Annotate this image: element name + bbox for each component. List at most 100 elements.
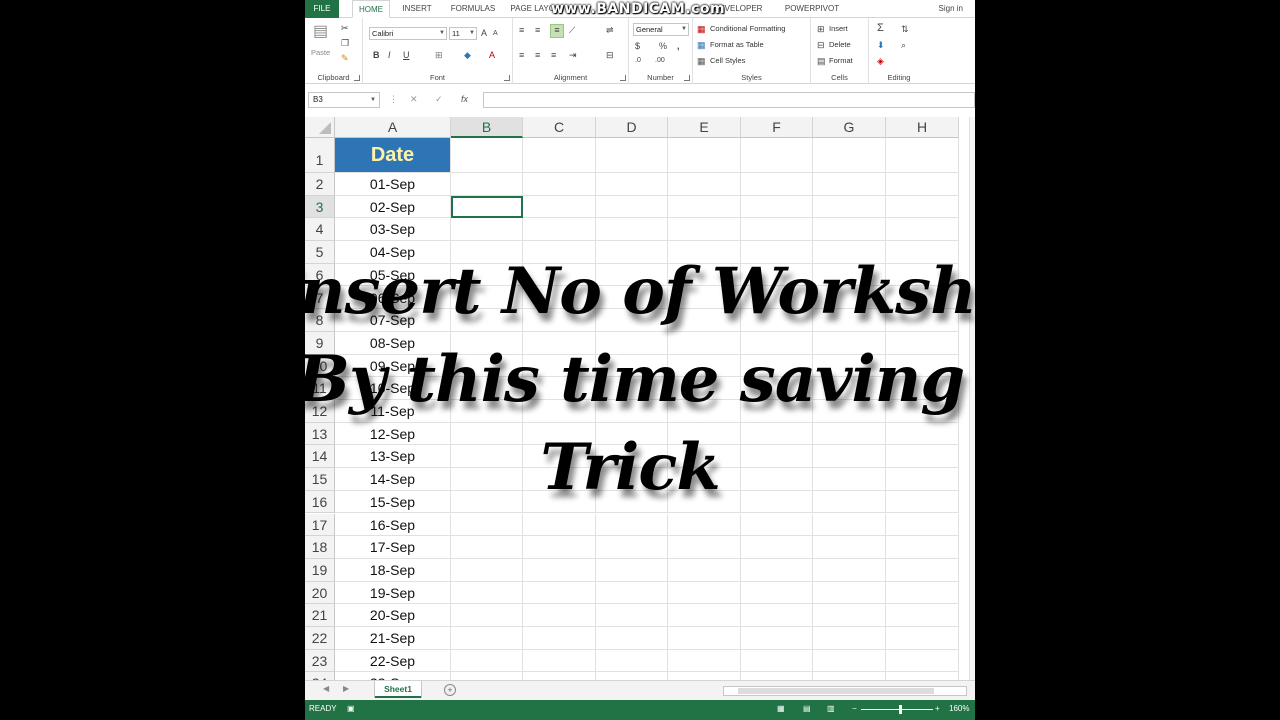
grid-cell[interactable] (741, 513, 813, 537)
grid-cell[interactable] (523, 536, 596, 559)
grid-cell[interactable] (813, 604, 886, 627)
row-header[interactable]: 22 (305, 627, 335, 650)
date-cell[interactable]: 03-Sep (335, 218, 451, 242)
grid-cell[interactable] (451, 649, 523, 673)
column-header-f[interactable]: F (741, 117, 813, 138)
grid-cell[interactable] (813, 218, 886, 242)
grid-cell[interactable] (451, 536, 523, 559)
merge-center-icon[interactable]: ⊟ (606, 50, 614, 60)
grid-cell[interactable] (523, 672, 596, 680)
tab-insert[interactable]: INSERT (397, 0, 437, 18)
next-sheet-icon[interactable]: ▶ (343, 684, 349, 693)
grid-cell[interactable] (523, 604, 596, 627)
grid-cell[interactable] (886, 173, 959, 196)
grid-cell[interactable] (886, 627, 959, 650)
comma-icon[interactable]: , (677, 41, 680, 51)
grid-cell[interactable] (451, 195, 523, 219)
zoom-slider[interactable] (861, 709, 933, 710)
currency-icon[interactable]: $ (635, 41, 640, 51)
tab-home[interactable]: HOME (352, 0, 390, 18)
grid-cell[interactable] (596, 672, 668, 680)
grid-cell[interactable] (813, 536, 886, 559)
grid-cell[interactable] (813, 173, 886, 196)
grid-cell[interactable] (813, 649, 886, 673)
row-header[interactable]: 20 (305, 581, 335, 605)
grid-cell[interactable] (668, 604, 741, 627)
format-as-table-icon[interactable]: ▦ (697, 40, 706, 50)
select-all-button[interactable] (305, 117, 335, 138)
grid-cell[interactable] (886, 218, 959, 242)
column-header-g[interactable]: G (813, 117, 886, 138)
date-cell[interactable]: 17-Sep (335, 536, 451, 559)
formula-input[interactable] (483, 92, 975, 108)
date-cell[interactable]: 18-Sep (335, 558, 451, 582)
decrease-decimal-icon[interactable]: .00 (655, 56, 665, 66)
percent-icon[interactable]: % (659, 41, 667, 51)
row-header[interactable]: 18 (305, 536, 335, 559)
grid-cell[interactable] (523, 513, 596, 537)
date-cell[interactable]: 20-Sep (335, 604, 451, 627)
date-cell[interactable]: 22-Sep (335, 649, 451, 673)
grow-font-icon[interactable]: A (481, 28, 487, 38)
date-cell[interactable]: 21-Sep (335, 627, 451, 650)
row-header[interactable]: 23 (305, 649, 335, 673)
grid-cell[interactable] (523, 581, 596, 605)
page-layout-view-icon[interactable]: ▤ (803, 700, 811, 718)
delete-cells-icon[interactable]: ⊟ (817, 40, 825, 50)
shrink-font-icon[interactable]: A (493, 29, 498, 39)
grid-cell[interactable] (596, 173, 668, 196)
indent-icon[interactable]: ⇥ (569, 50, 577, 60)
grid-cell[interactable] (813, 581, 886, 605)
wrap-text-icon[interactable]: ⇌ (606, 25, 614, 35)
italic-icon[interactable]: I (388, 50, 391, 60)
align-center-icon[interactable]: ≡ (535, 50, 540, 60)
insert-cells-icon[interactable]: ⊞ (817, 24, 825, 34)
font-name-combo[interactable]: Calibri ▼ (369, 27, 447, 40)
grid-cell[interactable] (886, 536, 959, 559)
number-format-combo[interactable]: General ▼ (633, 23, 689, 36)
grid-cell[interactable] (451, 627, 523, 650)
grid-cell[interactable] (813, 558, 886, 582)
cancel-entry-icon[interactable]: ✕ (410, 94, 418, 105)
grid-cell[interactable] (451, 558, 523, 582)
zoom-slider-thumb[interactable] (899, 705, 902, 714)
grid-cell[interactable] (813, 195, 886, 219)
row-header[interactable]: 24 (305, 672, 335, 680)
date-cell[interactable]: 02-Sep (335, 195, 451, 219)
borders-icon[interactable]: ⊞ (435, 50, 443, 60)
grid-cell[interactable] (741, 218, 813, 242)
top-align-icon[interactable]: ≡ (519, 25, 524, 35)
grid-cell[interactable] (596, 218, 668, 242)
grid-cell[interactable] (741, 195, 813, 219)
grid-cell[interactable] (668, 627, 741, 650)
grid-cell[interactable] (523, 649, 596, 673)
paste-label[interactable]: Paste (311, 48, 330, 57)
grid-cell[interactable] (886, 649, 959, 673)
column-header-a[interactable]: A (335, 117, 451, 138)
sheet-tab-sheet1[interactable]: Sheet1 (375, 681, 421, 698)
grid-cell[interactable] (668, 173, 741, 196)
column-header-c[interactable]: C (523, 117, 596, 138)
clipboard-launcher-icon[interactable] (354, 75, 360, 81)
horizontal-scrollbar[interactable] (723, 686, 967, 696)
grid-cell[interactable] (596, 536, 668, 559)
row-header[interactable]: 1 (305, 138, 335, 173)
grid-cell[interactable] (813, 627, 886, 650)
grid-cell[interactable] (523, 218, 596, 242)
grid-cell[interactable] (886, 513, 959, 537)
format-painter-icon[interactable]: ✎ (341, 53, 349, 63)
date-cell[interactable]: 19-Sep (335, 581, 451, 605)
fill-color-icon[interactable]: ◆ (464, 50, 471, 60)
row-header[interactable]: 19 (305, 558, 335, 582)
grid-cell[interactable] (886, 581, 959, 605)
enter-entry-icon[interactable]: ✓ (435, 94, 443, 105)
macro-record-icon[interactable]: ▣ (347, 700, 355, 718)
grid-cell[interactable] (886, 195, 959, 219)
grid-cell[interactable] (451, 513, 523, 537)
add-sheet-icon[interactable]: + (444, 684, 456, 696)
conditional-formatting-button[interactable]: Conditional Formatting (710, 24, 785, 33)
row-header[interactable]: 17 (305, 513, 335, 537)
grid-cell[interactable] (668, 672, 741, 680)
grid-cell[interactable] (741, 604, 813, 627)
fill-icon[interactable]: ⬇ (877, 40, 885, 50)
